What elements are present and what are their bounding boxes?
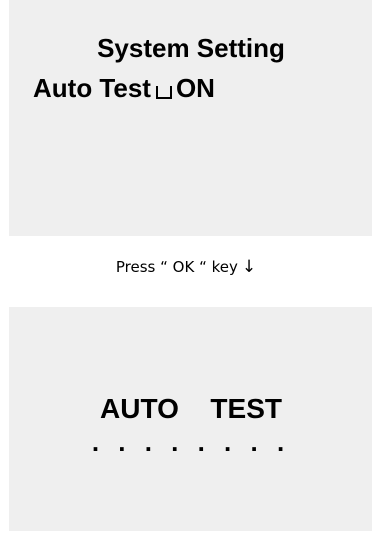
lcd-screen-system-setting: System Setting Auto Test ON: [9, 0, 372, 236]
progress-dots: . . . . . . . .: [91, 427, 291, 457]
screen-title: System Setting: [97, 33, 285, 63]
arrow-down-icon: ↓: [241, 257, 257, 277]
auto-test-setting-row: Auto Test ON: [33, 73, 215, 103]
auto-test-title: AUTO TEST: [100, 393, 282, 424]
setting-label: Auto Test: [33, 73, 151, 103]
instruction-text: Press “ OK “ key: [115, 258, 238, 276]
instruction-caption: Press “ OK “ key ↓: [0, 256, 372, 278]
space-glyph-icon: [155, 86, 172, 99]
lcd-screen-auto-test: AUTO TEST . . . . . . . .: [9, 307, 372, 531]
setting-value: ON: [175, 73, 215, 103]
